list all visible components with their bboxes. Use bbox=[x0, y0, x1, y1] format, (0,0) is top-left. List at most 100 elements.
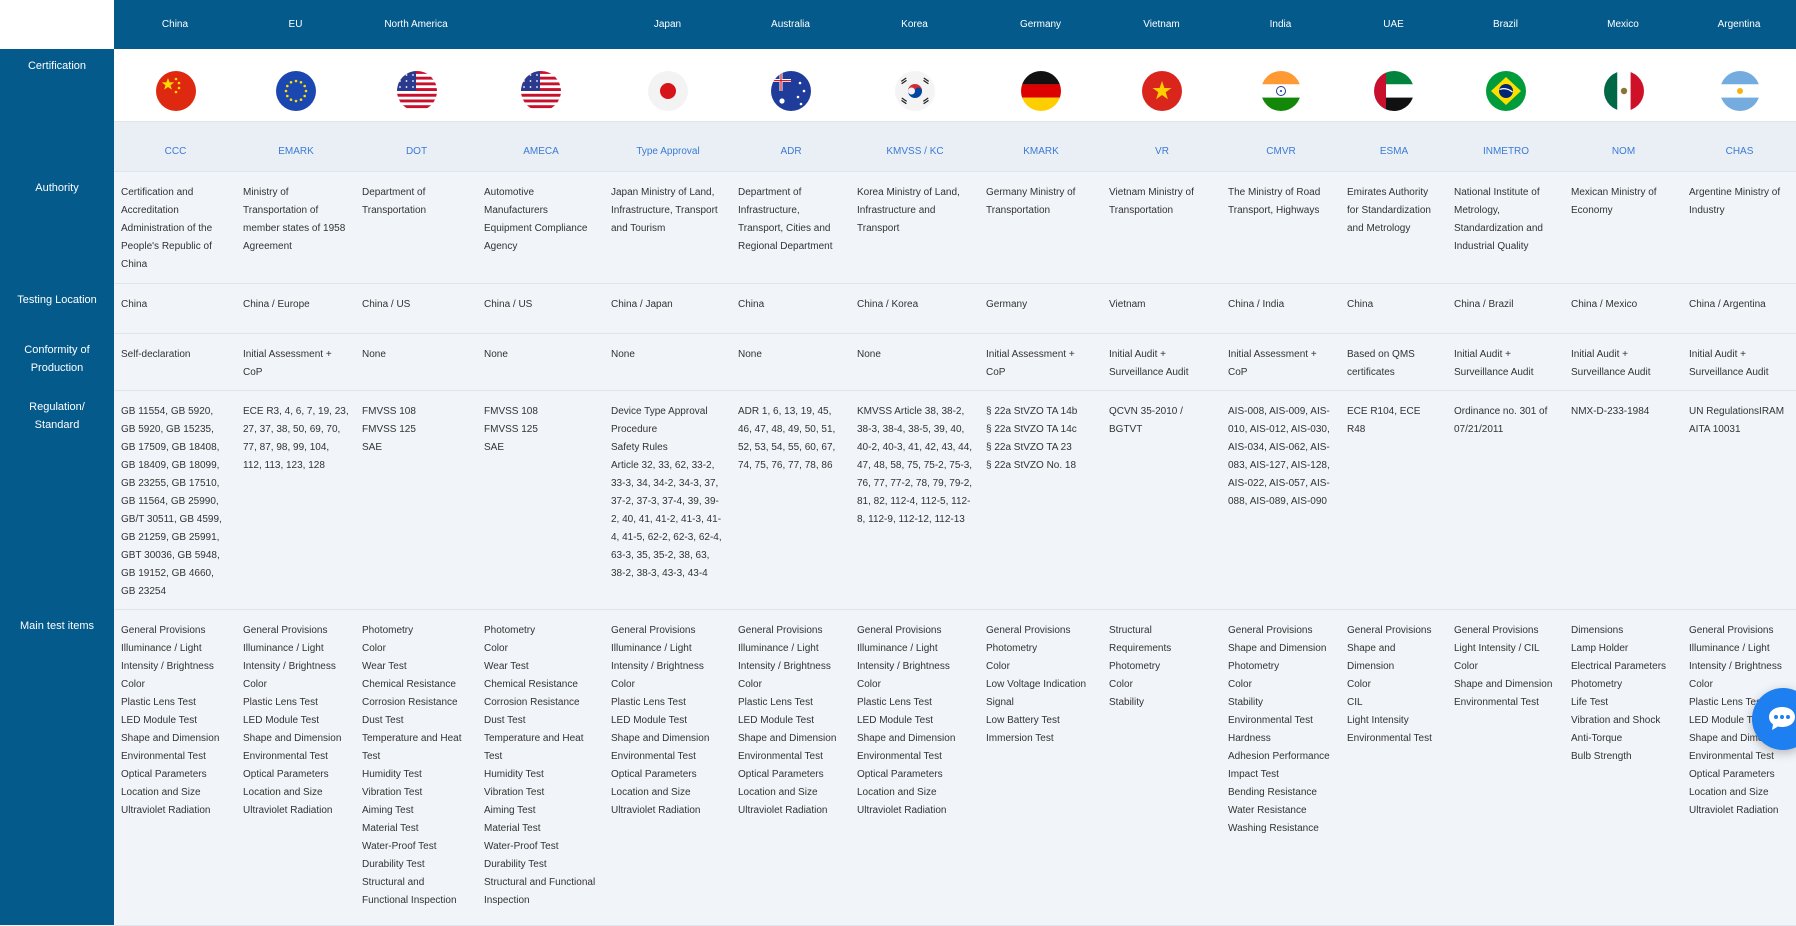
conformity-cell: Initial Audit + Surveillance Audit bbox=[1564, 333, 1682, 391]
certification-link[interactable]: CHAS bbox=[1726, 146, 1754, 157]
test-item: Wear Test bbox=[362, 660, 407, 672]
test-item: CIL bbox=[1347, 696, 1363, 708]
location-cell: China / Korea bbox=[850, 283, 979, 334]
country-header: China bbox=[114, 0, 236, 49]
test-item: Hardness bbox=[1228, 732, 1271, 744]
certification-row: CCC EMARK DOT AMECA Type Approval ADR KMVSS / … bbox=[0, 121, 1796, 172]
conformity-cell: Initial Audit + Surveillance Audit bbox=[1102, 333, 1221, 391]
certification-cell: KMARK bbox=[979, 121, 1102, 172]
test-item: Durability Test bbox=[362, 858, 425, 870]
test-item: Plastic Lens Test bbox=[243, 696, 318, 708]
flag-cell bbox=[1340, 49, 1447, 122]
country-header: Korea bbox=[850, 0, 979, 49]
test-item: General Provisions bbox=[986, 624, 1071, 636]
regulation-item: AIS-008, AIS-009, AIS-010, AIS-012, AIS-… bbox=[1228, 405, 1330, 507]
regulation-item: FMVSS 108 bbox=[362, 405, 416, 417]
certification-link[interactable]: DOT bbox=[406, 146, 427, 157]
certification-link[interactable]: CMVR bbox=[1266, 146, 1295, 157]
row-label-testing-location: Testing Location bbox=[0, 283, 114, 333]
corner-cell bbox=[0, 0, 114, 49]
certification-cell: CCC bbox=[114, 121, 236, 172]
certification-cell: EMARK bbox=[236, 121, 355, 172]
regulation-item: Article 32, 33, 62, 33-2, 33-3, 34, 34-2… bbox=[611, 459, 722, 579]
test-item: Bending Resistance bbox=[1228, 786, 1317, 798]
test-item: Ultraviolet Radiation bbox=[243, 804, 333, 816]
test-item: LED Module Test bbox=[857, 714, 933, 726]
regulation-item: ADR 1, 6, 13, 19, 45, 46, 47, 48, 49, 50… bbox=[738, 405, 836, 471]
us-flag-icon bbox=[396, 70, 437, 111]
location-cell: China / Japan bbox=[604, 283, 731, 334]
certification-link[interactable]: KMARK bbox=[1023, 146, 1059, 157]
test-item: General Provisions bbox=[243, 624, 328, 636]
tests-cell: General Provisions Light Intensity / CIL C… bbox=[1447, 609, 1564, 926]
location-cell: China / US bbox=[477, 283, 604, 334]
conformity-cell: Initial Assessment + CoP bbox=[1221, 333, 1340, 391]
flag-row: Certification bbox=[0, 49, 1796, 171]
country-header: Argentina bbox=[1682, 0, 1796, 49]
australia-flag-icon bbox=[771, 70, 811, 111]
test-item: Color bbox=[243, 678, 267, 690]
test-item: Environmental Test bbox=[1454, 696, 1539, 708]
location-cell: China / India bbox=[1221, 283, 1340, 334]
certification-link[interactable]: EMARK bbox=[278, 146, 314, 157]
test-item: Illuminance / Light Intensity / Brightne… bbox=[857, 642, 950, 672]
flag-cell bbox=[1682, 49, 1796, 122]
test-item: Life Test bbox=[1571, 696, 1609, 708]
country-header: Vietnam bbox=[1102, 0, 1221, 49]
regulation-item: QCVN 35-2010 / BGTVT bbox=[1109, 405, 1183, 435]
regulation-cell: UN RegulationsIRAM AITA 10031 bbox=[1682, 390, 1796, 610]
location-cell: China bbox=[731, 283, 850, 334]
test-item: Temperature and Heat Test bbox=[484, 732, 584, 762]
test-item: Water-Proof Test bbox=[484, 840, 559, 852]
regulation-item: § 22a StVZO TA 14b bbox=[986, 405, 1078, 417]
test-item: Photometry bbox=[986, 642, 1038, 654]
test-item: Illuminance / Light Intensity / Brightne… bbox=[243, 642, 336, 672]
regulation-item: § 22a StVZO TA 14c bbox=[986, 423, 1077, 435]
regulation-cell: Ordinance no. 301 of 07/21/2011 bbox=[1447, 390, 1564, 610]
certification-link[interactable]: VR bbox=[1155, 146, 1169, 157]
certification-cell: Type Approval bbox=[604, 121, 731, 172]
flag-cell bbox=[236, 49, 355, 122]
certification-link[interactable]: ESMA bbox=[1380, 146, 1408, 157]
test-item: Ultraviolet Radiation bbox=[121, 804, 211, 816]
test-item: Environmental Test bbox=[738, 750, 823, 762]
test-item: General Provisions bbox=[1228, 624, 1313, 636]
test-item: Location and Size bbox=[1689, 786, 1769, 798]
regulation-cell: ADR 1, 6, 13, 19, 45, 46, 47, 48, 49, 50… bbox=[731, 390, 850, 610]
test-item: Color bbox=[484, 642, 508, 654]
test-item: Corrosion Resistance bbox=[484, 696, 580, 708]
regulation-item: SAE bbox=[484, 441, 505, 453]
test-item: Material Test bbox=[484, 822, 541, 834]
test-item: Chemical Resistance bbox=[362, 678, 456, 690]
test-item: Impact Test bbox=[1228, 768, 1279, 780]
korea-flag-icon bbox=[895, 70, 935, 111]
country-header: Japan bbox=[604, 0, 731, 49]
certification-cell: CMVR bbox=[1221, 121, 1340, 172]
certification-link[interactable]: AMECA bbox=[523, 146, 559, 157]
test-item: Ultraviolet Radiation bbox=[857, 804, 947, 816]
conformity-cell: Initial Assessment + CoP bbox=[236, 333, 355, 391]
certification-link[interactable]: NOM bbox=[1612, 146, 1635, 157]
authority-cell: Argentine Ministry of Industry bbox=[1682, 171, 1796, 284]
certification-link[interactable]: KMVSS / KC bbox=[886, 146, 943, 157]
certification-cell: ADR bbox=[731, 121, 850, 172]
certification-link[interactable]: INMETRO bbox=[1483, 146, 1529, 157]
test-item: Location and Size bbox=[243, 786, 323, 798]
conformity-cell: Initial Audit + Surveillance Audit bbox=[1447, 333, 1564, 391]
test-item: Structural Requirements bbox=[1109, 624, 1172, 654]
regulation-item: UN RegulationsIRAM AITA 10031 bbox=[1689, 405, 1785, 435]
test-item: Structural and Functional Inspection bbox=[362, 876, 457, 906]
certification-link[interactable]: ADR bbox=[780, 146, 801, 157]
test-item: Humidity Test bbox=[362, 768, 422, 780]
certification-link[interactable]: CCC bbox=[165, 146, 187, 157]
test-item: Location and Size bbox=[611, 786, 691, 798]
test-item: Photometry bbox=[1571, 678, 1623, 690]
test-item: LED Module Test bbox=[243, 714, 319, 726]
test-item: Environmental Test bbox=[243, 750, 328, 762]
test-item: Shape and Dimension bbox=[611, 732, 710, 744]
country-header: UAE bbox=[1340, 0, 1447, 49]
location-cell: China / US bbox=[355, 283, 477, 334]
certification-link[interactable]: Type Approval bbox=[636, 146, 699, 157]
authority-cell: Automotive Manufacturers Equipment Compl… bbox=[477, 171, 604, 284]
flag-cell bbox=[850, 49, 979, 122]
